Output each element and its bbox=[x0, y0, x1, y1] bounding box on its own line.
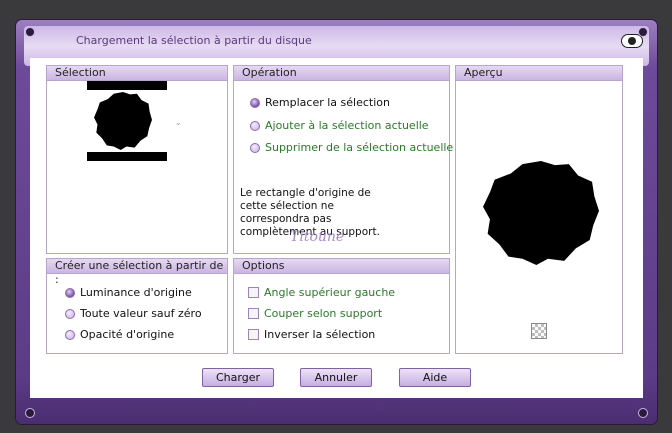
rivet-icon bbox=[25, 27, 35, 37]
radio-luminance[interactable]: Luminance d'origine bbox=[65, 286, 192, 299]
checkerboard-icon[interactable] bbox=[531, 323, 547, 339]
options-panel: Options Angle supérieur gauche Couper se… bbox=[233, 258, 450, 354]
create-from-panel: Créer une sélection à partir de : Lumina… bbox=[46, 258, 228, 354]
radio-add[interactable]: Ajouter à la sélection actuelle bbox=[250, 119, 429, 132]
load-button[interactable]: Charger bbox=[202, 368, 274, 387]
operation-panel-title: Opération bbox=[234, 66, 449, 81]
rivet-icon bbox=[638, 408, 648, 418]
checkbox-crop-to-canvas-label: Couper selon support bbox=[264, 307, 383, 320]
radio-icon bbox=[250, 142, 260, 153]
help-button[interactable]: Aide bbox=[399, 368, 471, 387]
checkbox-top-left-corner[interactable]: Angle supérieur gauche bbox=[248, 286, 395, 299]
radio-replace-label: Remplacer la sélection bbox=[265, 96, 390, 109]
radio-remove-label: Supprimer de la sélection actuelle bbox=[265, 141, 454, 154]
signature-watermark: Titoune bbox=[290, 229, 345, 245]
radio-remove[interactable]: Supprimer de la sélection actuelle bbox=[250, 141, 453, 154]
radio-icon bbox=[250, 120, 260, 131]
options-panel-title: Options bbox=[234, 259, 449, 274]
radio-replace[interactable]: Remplacer la sélection bbox=[250, 96, 390, 109]
rivet-icon bbox=[638, 27, 648, 37]
checkbox-icon bbox=[248, 308, 259, 319]
selection-panel: Sélection ⌄ bbox=[46, 65, 228, 254]
checkbox-invert-label: Inverser la sélection bbox=[264, 328, 376, 341]
radio-nonzero[interactable]: Toute valeur sauf zéro bbox=[65, 307, 202, 320]
selection-thumbnail[interactable] bbox=[87, 79, 167, 161]
radio-luminance-label: Luminance d'origine bbox=[80, 286, 192, 299]
dialog-body: Sélection ⌄ Opération Remplacer la sélec… bbox=[30, 58, 643, 398]
create-from-panel-title: Créer une sélection à partir de : bbox=[47, 259, 227, 286]
radio-selected-icon bbox=[250, 97, 260, 108]
dialog-window: Chargement la sélection à partir du disq… bbox=[16, 20, 657, 424]
radio-opacity[interactable]: Opacité d'origine bbox=[65, 328, 174, 341]
checkbox-top-left-corner-label: Angle supérieur gauche bbox=[264, 286, 396, 299]
window-title: Chargement la sélection à partir du disq… bbox=[76, 34, 312, 47]
preview-panel: Aperçu bbox=[455, 65, 623, 354]
operation-panel: Opération Remplacer la sélection Ajouter… bbox=[233, 65, 453, 254]
radio-add-label: Ajouter à la sélection actuelle bbox=[265, 119, 429, 132]
chevron-down-icon[interactable]: ⌄ bbox=[175, 118, 182, 127]
preview-panel-title: Aperçu bbox=[456, 66, 622, 81]
preview-image bbox=[483, 161, 599, 265]
checkbox-crop-to-canvas[interactable]: Couper selon support bbox=[248, 307, 382, 320]
radio-icon bbox=[65, 308, 75, 319]
radio-icon bbox=[65, 329, 75, 340]
radio-opacity-label: Opacité d'origine bbox=[80, 328, 175, 341]
checkbox-icon bbox=[248, 329, 259, 340]
radio-selected-icon bbox=[65, 287, 75, 298]
cancel-button[interactable]: Annuler bbox=[300, 368, 372, 387]
radio-nonzero-label: Toute valeur sauf zéro bbox=[80, 307, 202, 320]
rivet-icon bbox=[25, 408, 35, 418]
checkbox-icon bbox=[248, 287, 259, 298]
checkbox-invert[interactable]: Inverser la sélection bbox=[248, 328, 375, 341]
